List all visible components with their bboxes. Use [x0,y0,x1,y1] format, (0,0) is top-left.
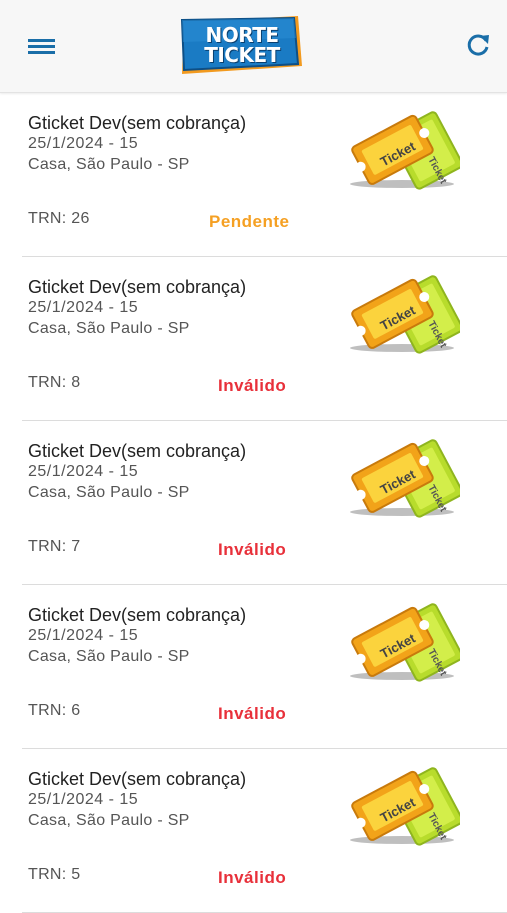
event-location: Casa, São Paulo - SP [28,648,190,665]
ticket-list-item[interactable]: Gticket Dev(sem cobrança) 25/1/2024 - 15… [0,585,507,749]
refresh-icon[interactable] [463,30,493,60]
status-badge: Inválido [218,868,287,887]
status-badge: Inválido [218,376,287,395]
ticket-icon: Ticket Ticket [348,763,464,849]
event-date: 25/1/2024 - 15 [28,135,139,152]
ticket-icon: Ticket Ticket [348,271,464,357]
trn-number: TRN: 7 [28,538,81,555]
status-badge: Inválido [218,540,287,559]
event-title: Gticket Dev(sem cobrança) [28,441,247,461]
status-badge: Pendente [209,212,290,231]
trn-number: TRN: 6 [28,702,81,719]
hamburger-menu-icon[interactable] [26,30,60,62]
app-header: NORTE TICKET [0,0,507,93]
ticket-icon: Ticket Ticket [348,599,464,685]
event-title: Gticket Dev(sem cobrança) [28,277,247,297]
event-date: 25/1/2024 - 15 [28,299,139,316]
logo-line-norte: NORTE [205,23,279,47]
event-title: Gticket Dev(sem cobrança) [28,769,247,789]
event-location: Casa, São Paulo - SP [28,484,190,501]
ticket-list-item[interactable]: Gticket Dev(sem cobrança) 25/1/2024 - 15… [0,749,507,913]
trn-number: TRN: 8 [28,374,81,391]
norte-ticket-logo: NORTE TICKET [178,14,306,76]
event-date: 25/1/2024 - 15 [28,627,139,644]
logo-line-ticket: TICKET [204,43,280,67]
ticket-list-item[interactable]: Gticket Dev(sem cobrança) 25/1/2024 - 15… [0,257,507,421]
event-date: 25/1/2024 - 15 [28,463,139,480]
event-location: Casa, São Paulo - SP [28,812,190,829]
ticket-list: Gticket Dev(sem cobrança) 25/1/2024 - 15… [0,93,507,913]
ticket-icon: Ticket Ticket [348,435,464,521]
event-title: Gticket Dev(sem cobrança) [28,605,247,625]
ticket-icon: Ticket Ticket [348,107,464,193]
ticket-list-item[interactable]: Gticket Dev(sem cobrança) 25/1/2024 - 15… [0,93,507,257]
trn-number: TRN: 26 [28,210,90,227]
ticket-list-item[interactable]: Gticket Dev(sem cobrança) 25/1/2024 - 15… [0,421,507,585]
event-location: Casa, São Paulo - SP [28,320,190,337]
event-location: Casa, São Paulo - SP [28,156,190,173]
event-date: 25/1/2024 - 15 [28,791,139,808]
trn-number: TRN: 5 [28,866,81,883]
event-title: Gticket Dev(sem cobrança) [28,113,247,133]
status-badge: Inválido [218,704,287,723]
